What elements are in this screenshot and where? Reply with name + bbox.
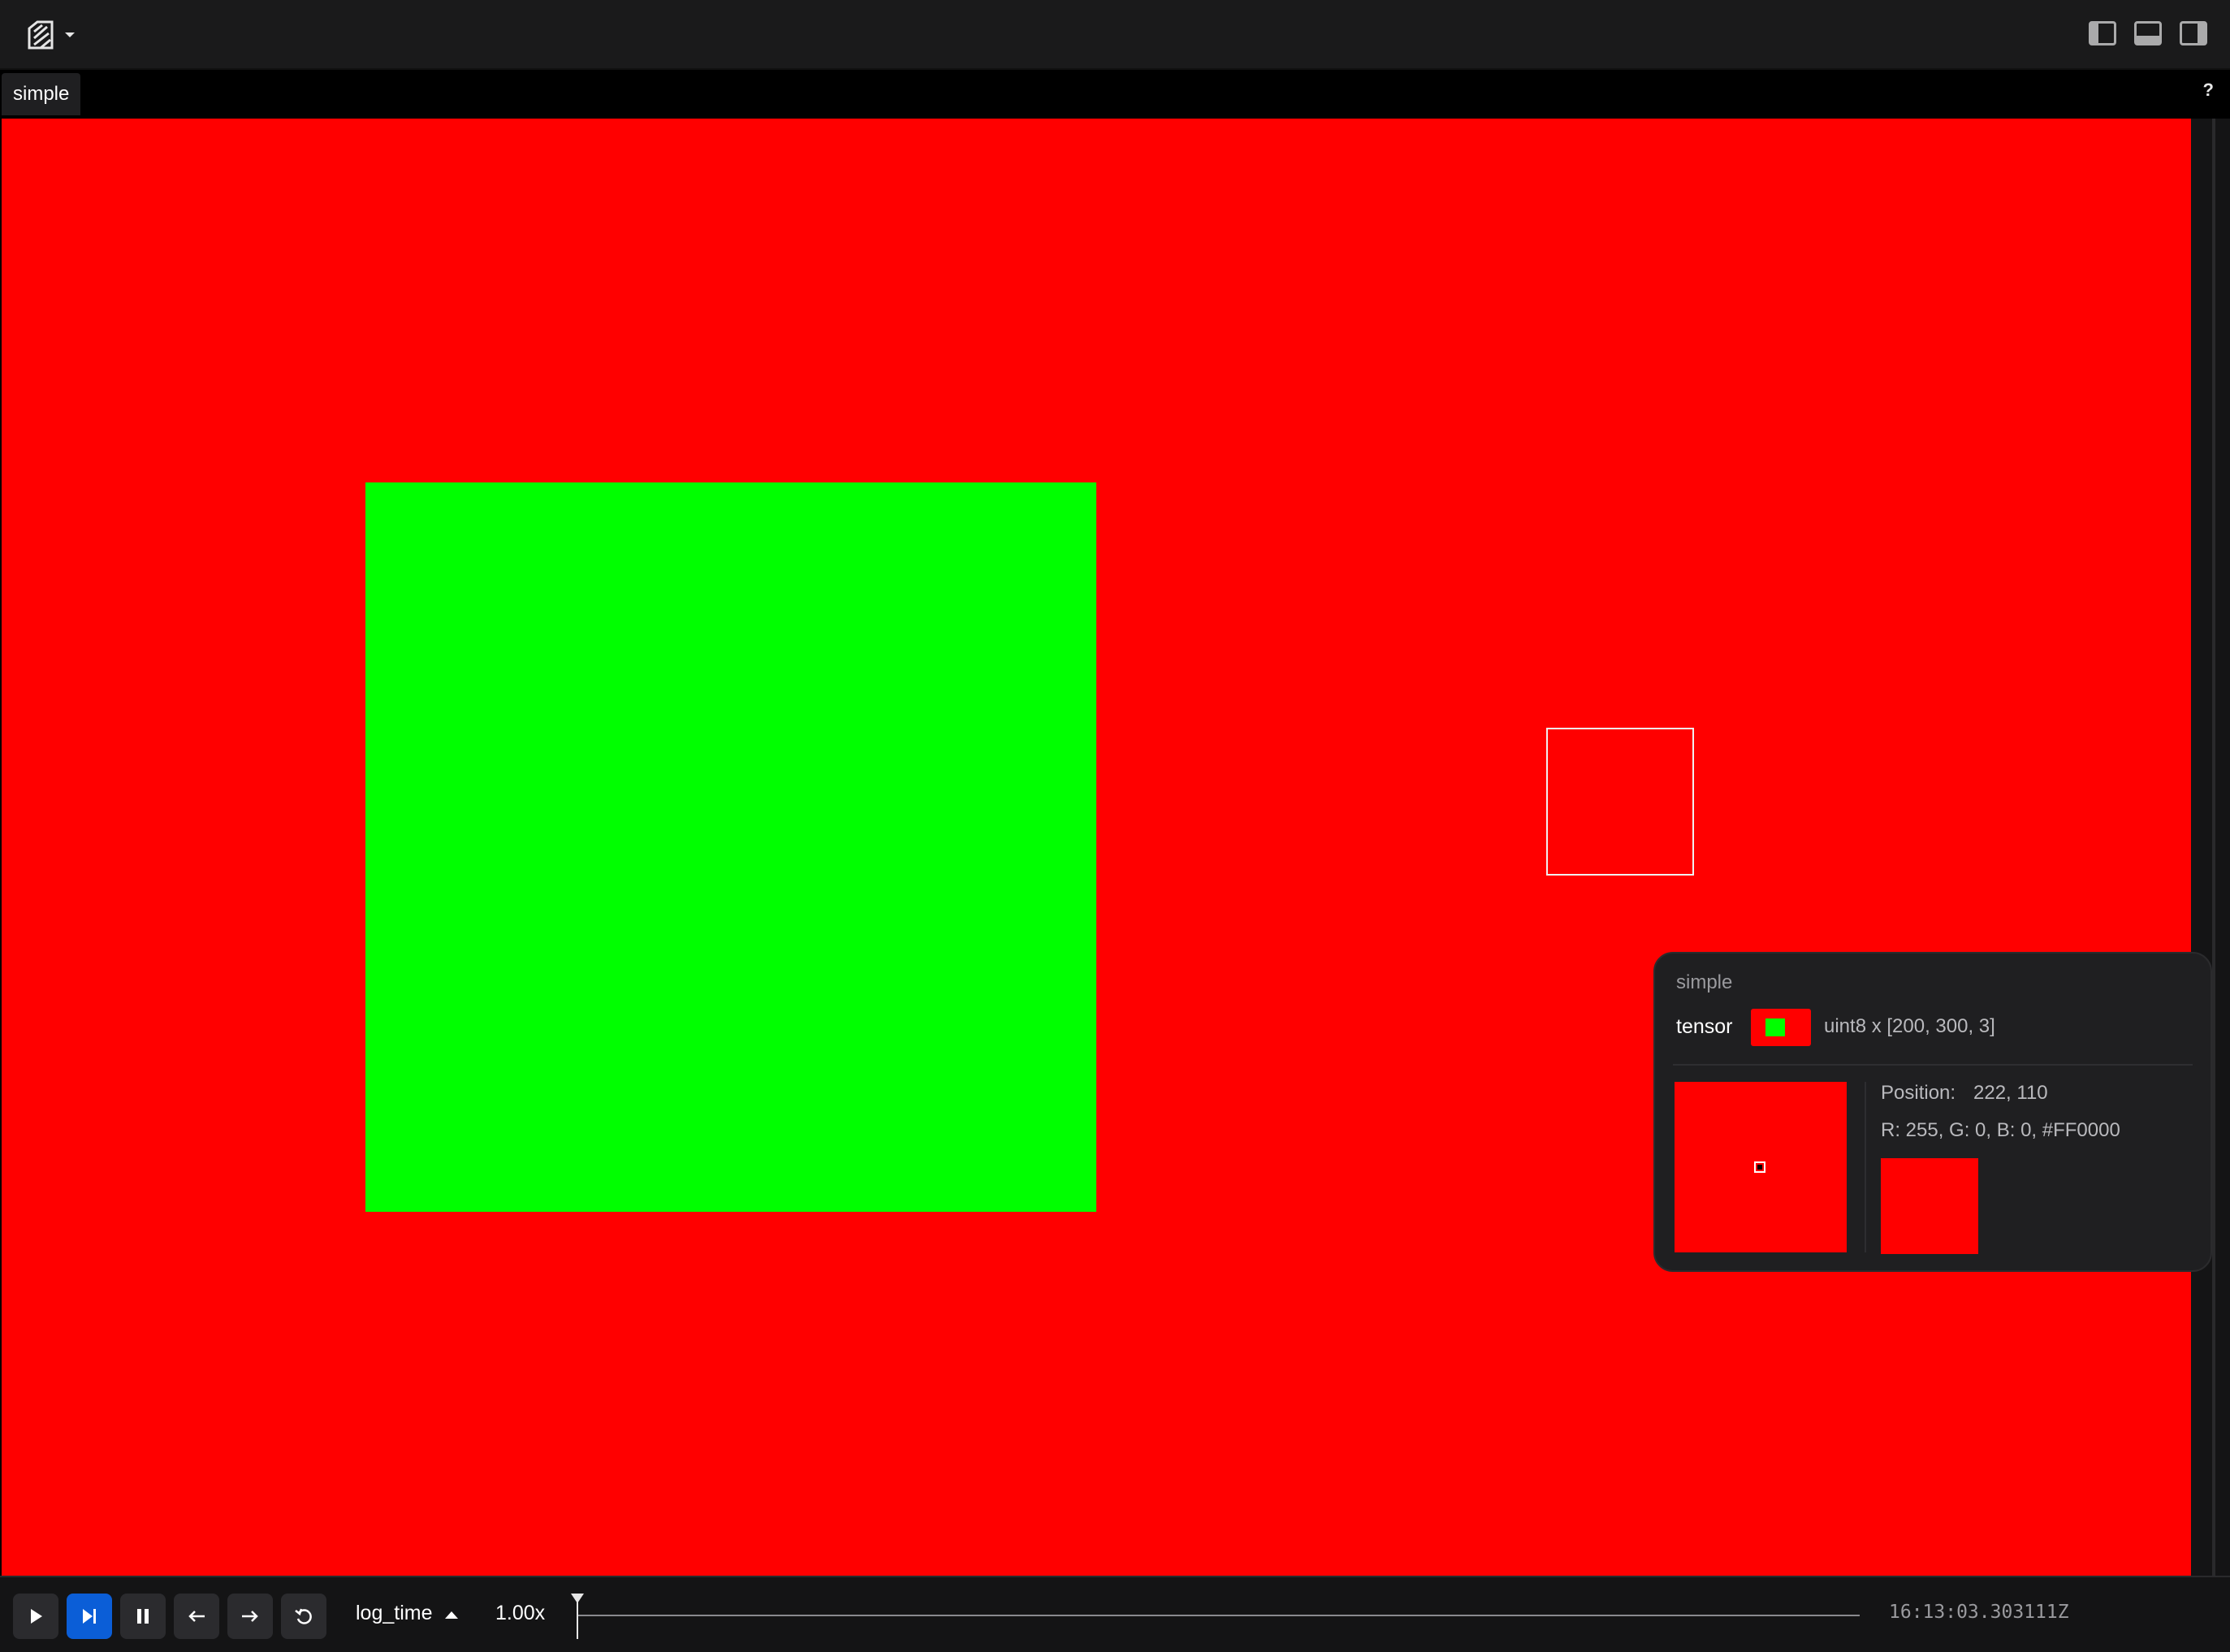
left-panel-toggle-icon[interactable] — [2089, 21, 2116, 45]
tooltip-divider — [1673, 1064, 2193, 1066]
tab-simple[interactable]: simple — [2, 73, 81, 115]
step-back-icon — [187, 1609, 206, 1624]
component-name: tensor — [1676, 1015, 1733, 1038]
pause-icon — [135, 1607, 151, 1625]
right-panel-toggle-icon[interactable] — [2180, 21, 2207, 45]
viewport-scrollbar[interactable] — [2191, 119, 2230, 1576]
bottom-panel-toggle-icon[interactable] — [2134, 21, 2162, 45]
current-time: 16:13:03.303111Z — [1889, 1602, 2069, 1623]
time-panel: log_time 1.00x 16:13:03.303111Z — [0, 1576, 2230, 1652]
pixel-marker — [1754, 1161, 1765, 1173]
caret-down-icon — [63, 31, 76, 39]
tensor-thumbnail — [1751, 1009, 1811, 1046]
green-square — [365, 482, 1096, 1212]
pixel-color-swatch — [1881, 1158, 1978, 1254]
play-button[interactable] — [13, 1594, 58, 1639]
help-button[interactable]: ? — [2203, 80, 2214, 101]
step-to-end-icon — [80, 1607, 98, 1625]
image-viewport[interactable] — [2, 119, 2191, 1576]
position-value: 222, 110 — [1973, 1082, 2048, 1104]
follow-button[interactable] — [67, 1594, 112, 1639]
tooltip-vertical-divider — [1865, 1082, 1866, 1252]
playback-speed[interactable]: 1.00x — [495, 1602, 545, 1625]
timeline-track[interactable] — [577, 1615, 1860, 1616]
rerun-logo-icon — [23, 17, 58, 53]
pause-button[interactable] — [120, 1594, 166, 1639]
timeline-name: log_time — [356, 1602, 433, 1624]
tab-bar: simple ? — [0, 71, 2230, 117]
step-back-button[interactable] — [174, 1594, 219, 1639]
app-menu-button[interactable] — [23, 13, 88, 57]
hover-tooltip: simple tensor uint8 x [200, 300, 3] Posi… — [1653, 952, 2212, 1272]
loop-button[interactable] — [281, 1594, 326, 1639]
pixel-color-value: R: 255, G: 0, B: 0, #FF0000 — [1881, 1119, 2120, 1141]
zoom-preview — [1675, 1082, 1847, 1252]
entity-path: simple — [1676, 971, 1733, 993]
top-bar — [0, 0, 2230, 70]
tensor-dtype-shape: uint8 x [200, 300, 3] — [1824, 1015, 1995, 1037]
play-icon — [28, 1607, 44, 1625]
step-forward-button[interactable] — [227, 1594, 273, 1639]
timeline-selector[interactable]: log_time — [356, 1602, 459, 1625]
hover-zoom-region — [1546, 728, 1694, 876]
caret-up-icon — [444, 1602, 459, 1625]
position-label: Position: — [1881, 1082, 1956, 1104]
step-forward-icon — [240, 1609, 260, 1624]
timeline-playhead[interactable] — [568, 1592, 586, 1641]
scrollbar-track — [2212, 119, 2215, 1576]
loop-icon — [294, 1607, 313, 1626]
